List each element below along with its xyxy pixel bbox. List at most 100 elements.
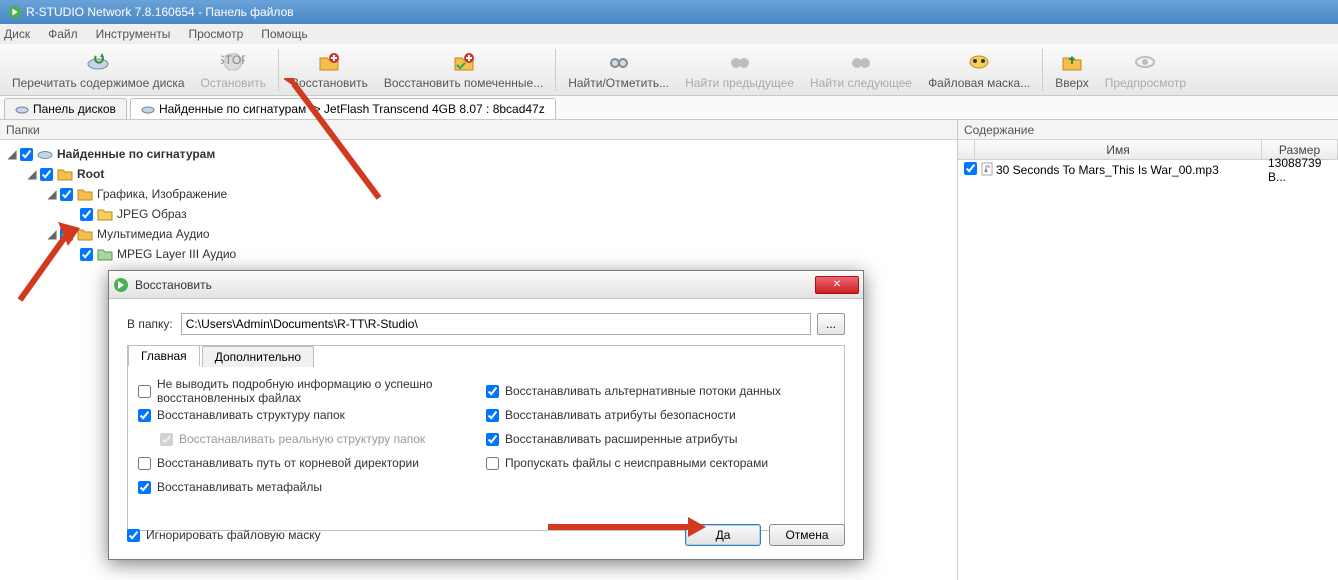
option-label: Восстанавливать путь от корневой директо… xyxy=(157,456,419,470)
tree-item[interactable]: MPEG Layer III Аудио xyxy=(6,244,951,264)
tool-find-mark[interactable]: Найти/Отметить... xyxy=(560,48,677,92)
content-panel-header: Содержание xyxy=(958,120,1338,140)
ignore-mask-checkbox[interactable] xyxy=(127,529,140,542)
dialog-tab-main[interactable]: Главная xyxy=(128,345,200,366)
file-size: 13088739 B... xyxy=(1262,155,1338,185)
tool-find-next[interactable]: Найти следующее xyxy=(802,48,920,92)
tree-label: Root xyxy=(77,167,104,181)
folder-icon xyxy=(77,226,93,242)
dialog-titlebar[interactable]: Восстановить ✕ xyxy=(109,271,863,299)
option-checkbox[interactable] xyxy=(138,385,151,398)
menu-file[interactable]: Файл xyxy=(48,27,78,41)
tool-recover[interactable]: Восстановить xyxy=(283,48,376,92)
disk-icon xyxy=(141,102,155,116)
tree-label: MPEG Layer III Аудио xyxy=(117,247,236,261)
document-tabs: Панель дисков Найденные по сигнатурам ->… xyxy=(0,96,1338,120)
option-checkbox[interactable] xyxy=(486,457,499,470)
ok-button[interactable]: Да xyxy=(685,524,761,546)
disk-icon xyxy=(15,102,29,116)
option-row: Восстанавливать метафайлы xyxy=(138,475,486,499)
tool-file-mask[interactable]: Файловая маска... xyxy=(920,48,1038,92)
option-row: Пропускать файлы с неисправными секторам… xyxy=(486,451,834,475)
file-name: 30 Seconds To Mars_This Is War_00.mp3 xyxy=(990,162,1262,178)
expander-icon[interactable]: ◢ xyxy=(26,168,38,180)
option-row: Восстанавливать путь от корневой директо… xyxy=(138,451,486,475)
tree-item[interactable]: ◢ Root xyxy=(6,164,951,184)
option-row: Не выводить подробную информацию о успеш… xyxy=(138,379,486,403)
tree-item[interactable]: JPEG Образ xyxy=(6,204,951,224)
option-checkbox[interactable] xyxy=(138,457,151,470)
recover-icon xyxy=(113,277,129,293)
disk-refresh-icon xyxy=(86,50,110,74)
tree-checkbox[interactable] xyxy=(20,148,33,161)
cancel-button[interactable]: Отмена xyxy=(769,524,845,546)
folder-icon xyxy=(97,246,113,262)
tree-checkbox[interactable] xyxy=(80,248,93,261)
option-row: Восстанавливать реальную структуру папок xyxy=(138,427,486,451)
option-checkbox[interactable] xyxy=(486,385,499,398)
expander-icon[interactable]: ◢ xyxy=(46,228,58,240)
menu-tools[interactable]: Инструменты xyxy=(96,27,171,41)
recover-dialog: Восстановить ✕ В папку: ... Главная Допо… xyxy=(108,270,864,560)
expander-icon[interactable]: ◢ xyxy=(6,148,18,160)
option-label: Восстанавливать расширенные атрибуты xyxy=(505,432,737,446)
col-checkbox[interactable] xyxy=(958,140,975,159)
tool-reread-disk[interactable]: Перечитать содержимое диска xyxy=(4,48,193,92)
app-icon xyxy=(8,5,22,19)
svg-text:STOP: STOP xyxy=(221,53,245,67)
option-label: Восстанавливать метафайлы xyxy=(157,480,322,494)
option-row: Восстанавливать альтернативные потоки да… xyxy=(486,379,834,403)
tree-item[interactable]: ◢Мультимедиа Аудио xyxy=(6,224,951,244)
tool-up[interactable]: Вверх xyxy=(1047,48,1096,92)
tool-recover-marked[interactable]: Восстановить помеченные... xyxy=(376,48,551,92)
tool-preview[interactable]: Предпросмотр xyxy=(1097,48,1194,92)
tree-checkbox[interactable] xyxy=(60,188,73,201)
toolbar: Перечитать содержимое диска STOP Останов… xyxy=(0,44,1338,96)
dialog-close-button[interactable]: ✕ xyxy=(815,276,859,294)
menubar: Диск Файл Инструменты Просмотр Помощь xyxy=(0,24,1338,44)
tool-find-prev[interactable]: Найти предыдущее xyxy=(677,48,802,92)
path-label: В папку: xyxy=(127,317,173,331)
tab-disks-panel[interactable]: Панель дисков xyxy=(4,98,127,119)
tree-checkbox[interactable] xyxy=(40,168,53,181)
tool-stop[interactable]: STOP Остановить xyxy=(193,48,275,92)
mask-icon xyxy=(967,50,991,74)
folder-tree[interactable]: ◢ Найденные по сигнатурам ◢ Root ◢Графика, И… xyxy=(0,140,957,268)
recover-marked-icon xyxy=(452,50,476,74)
tab-found-by-signature[interactable]: Найденные по сигнатурам -> JetFlash Tran… xyxy=(130,98,556,119)
folder-icon xyxy=(97,206,113,222)
option-checkbox[interactable] xyxy=(138,481,151,494)
menu-view[interactable]: Просмотр xyxy=(188,27,243,41)
browse-button[interactable]: ... xyxy=(817,313,845,335)
tree-item[interactable]: ◢ Найденные по сигнатурам xyxy=(6,144,951,164)
option-checkbox[interactable] xyxy=(486,433,499,446)
preview-icon xyxy=(1133,50,1157,74)
recover-icon xyxy=(317,50,341,74)
binoculars-prev-icon xyxy=(728,50,752,74)
dialog-tab-extra[interactable]: Дополнительно xyxy=(202,346,314,367)
tree-label: Найденные по сигнатурам xyxy=(57,147,215,161)
option-checkbox[interactable] xyxy=(486,409,499,422)
option-row: Восстанавливать атрибуты безопасности xyxy=(486,403,834,427)
toolbar-separator xyxy=(1042,49,1043,91)
expander-icon[interactable]: ◢ xyxy=(46,188,58,200)
table-row[interactable]: 30 Seconds To Mars_This Is War_00.mp3 13… xyxy=(958,160,1338,180)
binoculars-next-icon xyxy=(849,50,873,74)
tree-item[interactable]: ◢Графика, Изображение xyxy=(6,184,951,204)
folders-panel-header: Папки xyxy=(0,120,957,140)
option-checkbox[interactable] xyxy=(160,433,173,446)
tree-label: JPEG Образ xyxy=(117,207,187,221)
option-checkbox[interactable] xyxy=(138,409,151,422)
path-input[interactable] xyxy=(181,313,811,335)
menu-disk[interactable]: Диск xyxy=(4,27,30,41)
option-row: Восстанавливать структуру папок xyxy=(138,403,486,427)
window-titlebar: R-STUDIO Network 7.8.160654 - Панель фай… xyxy=(0,0,1338,24)
col-name[interactable]: Имя xyxy=(975,140,1262,159)
folder-up-icon xyxy=(1060,50,1084,74)
tree-checkbox[interactable] xyxy=(60,228,73,241)
tree-checkbox[interactable] xyxy=(80,208,93,221)
ignore-mask-label: Игнорировать файловую маску xyxy=(146,528,321,542)
option-label: Восстанавливать альтернативные потоки да… xyxy=(505,384,781,398)
menu-help[interactable]: Помощь xyxy=(261,27,307,41)
folder-icon xyxy=(77,186,93,202)
